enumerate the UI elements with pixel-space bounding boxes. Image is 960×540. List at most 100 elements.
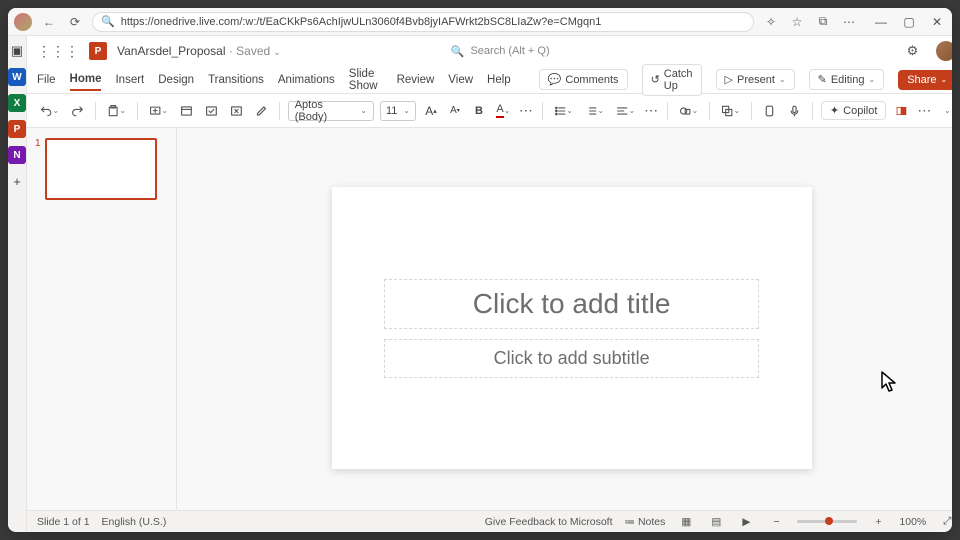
bold-button[interactable]: B — [470, 100, 488, 122]
chevron-down-icon: ⌄ — [941, 75, 948, 84]
designer-button[interactable] — [760, 100, 779, 122]
thumbnail-item[interactable]: 1 — [35, 138, 168, 200]
tab-animations[interactable]: Animations — [278, 70, 335, 90]
font-family-select[interactable]: Aptos (Body)⌄ — [288, 101, 374, 121]
chevron-down-icon: ⌄ — [360, 106, 367, 115]
saved-indicator: · Saved — [226, 44, 271, 58]
status-bar: Slide 1 of 1 English (U.S.) Give Feedbac… — [27, 510, 952, 532]
tab-transitions[interactable]: Transitions — [208, 70, 264, 90]
chevron-down-icon: ⌄ — [119, 106, 126, 115]
read-aloud-icon[interactable]: ✧ — [762, 13, 780, 31]
font-color-button[interactable]: A⌄ — [494, 100, 513, 122]
dictate-button[interactable] — [785, 100, 804, 122]
zoom-level[interactable]: 100% — [899, 516, 926, 528]
layout-button[interactable] — [177, 100, 196, 122]
feedback-link[interactable]: Give Feedback to Microsoft — [485, 516, 613, 528]
tab-review[interactable]: Review — [397, 70, 435, 90]
tab-slideshow[interactable]: Slide Show — [349, 64, 383, 96]
editing-mode-button[interactable]: ✎Editing⌄ — [809, 69, 885, 90]
address-bar[interactable]: 🔍 https://onedrive.live.com/:w:/t/EaCKkP… — [92, 12, 754, 32]
numbering-button[interactable]: ⌄ — [582, 100, 607, 122]
catchup-button[interactable]: ↺Catch Up — [642, 64, 702, 96]
back-button[interactable]: ← — [40, 13, 58, 31]
delete-slide-button[interactable] — [227, 100, 246, 122]
undo-button[interactable]: ⌄ — [37, 100, 62, 122]
refresh-button[interactable]: ⟳ — [66, 13, 84, 31]
slideshow-view-button[interactable]: ▶ — [737, 515, 755, 529]
app-rail: ▣ W X P N + — [8, 36, 27, 532]
doc-title-text: VanArsdel_Proposal — [117, 44, 226, 58]
rail-powerpoint-icon[interactable]: P — [8, 120, 26, 138]
chevron-down-icon: ⌄ — [161, 106, 168, 115]
present-button[interactable]: ▷Present⌄ — [716, 69, 795, 90]
title-placeholder[interactable]: Click to add title — [384, 279, 758, 329]
tab-home[interactable]: Home — [70, 69, 102, 91]
minimize-button[interactable]: — — [872, 13, 890, 31]
chevron-down-icon: ⌄ — [628, 106, 635, 115]
browser-menu-icon[interactable]: ⋯ — [840, 13, 858, 31]
collections-icon[interactable]: ⧉ — [814, 13, 832, 31]
zoom-thumb[interactable] — [825, 517, 833, 525]
zoom-out-button[interactable]: − — [767, 515, 785, 529]
thumbnail-number: 1 — [35, 138, 41, 200]
tab-design[interactable]: Design — [158, 70, 194, 90]
search-box[interactable]: 🔍 Search (Alt + Q) — [451, 45, 550, 58]
chevron-down-icon: ⌄ — [597, 106, 604, 115]
notes-toggle[interactable]: ≔ Notes — [625, 516, 666, 528]
subtitle-placeholder[interactable]: Click to add subtitle — [384, 339, 758, 378]
comments-button[interactable]: 💬Comments — [539, 69, 628, 90]
close-button[interactable]: ✕ — [928, 13, 946, 31]
designer-pane-button[interactable] — [892, 100, 911, 122]
document-name[interactable]: VanArsdel_Proposal · Saved⌄ — [117, 44, 281, 58]
rail-excel-icon[interactable]: X — [8, 94, 26, 112]
zoom-slider[interactable] — [797, 520, 857, 523]
tab-file[interactable]: File — [37, 70, 56, 90]
language-indicator[interactable]: English (U.S.) — [102, 516, 167, 528]
bullets-button[interactable]: ⌄ — [551, 100, 576, 122]
more-paragraph-button[interactable]: ⋯ — [644, 102, 659, 119]
sorter-view-button[interactable]: ▤ — [707, 515, 725, 529]
zoom-in-button[interactable]: + — [869, 515, 887, 529]
format-painter-button[interactable] — [252, 100, 271, 122]
slide-counter[interactable]: Slide 1 of 1 — [37, 516, 90, 528]
arrange-button[interactable]: ⌄ — [718, 100, 743, 122]
font-size-select[interactable]: 11⌄ — [380, 101, 416, 121]
shrink-font-button[interactable]: A▾ — [446, 100, 464, 122]
favorite-icon[interactable]: ☆ — [788, 13, 806, 31]
profile-avatar[interactable] — [14, 13, 32, 31]
grow-font-button[interactable]: A▴ — [422, 100, 440, 122]
copilot-button[interactable]: ✦Copilot — [821, 101, 886, 120]
normal-view-button[interactable]: ▦ — [677, 515, 695, 529]
shapes-button[interactable]: ⌄ — [676, 100, 701, 122]
reset-button[interactable] — [202, 100, 221, 122]
chevron-down-icon: ⌄ — [779, 75, 786, 84]
align-button[interactable]: ⌄ — [613, 100, 638, 122]
tab-view[interactable]: View — [448, 70, 473, 90]
rail-home-icon[interactable]: ▣ — [8, 42, 26, 60]
slide-thumbnails-pane[interactable]: 1 — [27, 128, 177, 510]
tab-insert[interactable]: Insert — [115, 70, 144, 90]
ribbon-overflow-button[interactable]: ⋯ — [917, 102, 932, 119]
more-font-button[interactable]: ⋯ — [519, 102, 534, 119]
tab-help[interactable]: Help — [487, 70, 511, 90]
paste-button[interactable]: ⌄ — [104, 100, 129, 122]
share-button[interactable]: Share⌄ — [898, 70, 952, 90]
search-placeholder: Search (Alt + Q) — [470, 45, 549, 57]
fit-to-window-button[interactable]: ⤢ — [938, 515, 952, 529]
rail-onenote-icon[interactable]: N — [8, 146, 26, 164]
settings-icon[interactable]: ⚙ — [907, 43, 919, 59]
url-text: https://onedrive.live.com/:w:/t/EaCKkPs6… — [121, 16, 602, 28]
new-slide-button[interactable]: ⌄ — [146, 100, 171, 122]
slide-thumbnail[interactable] — [45, 138, 157, 200]
slide[interactable]: Click to add title Click to add subtitle — [332, 187, 812, 469]
collapse-ribbon-button[interactable]: ⌄ — [938, 100, 952, 122]
slide-canvas-area[interactable]: Click to add title Click to add subtitle — [177, 128, 952, 510]
ribbon-tabs: File Home Insert Design Transitions Anim… — [27, 66, 952, 94]
maximize-button[interactable]: ▢ — [900, 13, 918, 31]
redo-button[interactable] — [68, 100, 87, 122]
user-avatar[interactable] — [936, 41, 952, 61]
rail-add-icon[interactable]: + — [8, 172, 26, 190]
chevron-down-icon: ⌄ — [868, 75, 875, 84]
app-launcher-icon[interactable]: ⋮⋮⋮ — [37, 43, 79, 60]
rail-word-icon[interactable]: W — [8, 68, 26, 86]
